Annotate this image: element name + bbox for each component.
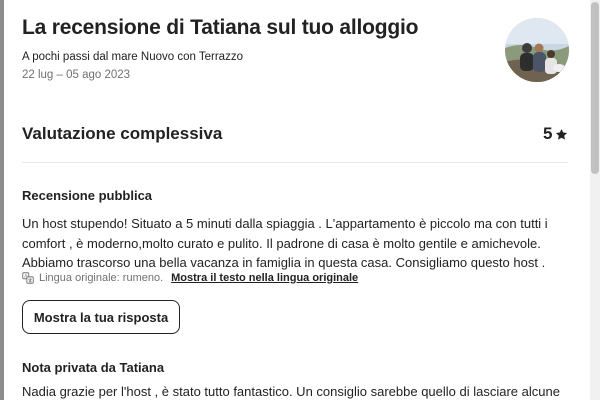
guest-avatar	[505, 18, 569, 82]
review-line: Un host stupendo! Situato a 5 minuti dal…	[22, 216, 548, 231]
public-review-text: Un host stupendo! Situato a 5 minuti dal…	[22, 214, 566, 273]
overall-rating-label: Valutazione complessiva	[22, 124, 223, 143]
translation-info: A Lingua originale: rumeno. Mostra il te…	[22, 272, 358, 284]
section-divider	[22, 162, 568, 163]
translate-icon: A	[22, 272, 34, 284]
public-review-heading: Recensione pubblica	[22, 188, 153, 203]
private-note-heading: Nota privata da Tatiana	[22, 360, 165, 375]
scrollbar-thumb[interactable]	[591, 2, 599, 174]
star-icon	[556, 128, 568, 140]
review-line: comfort , è moderno,molto curato e pulit…	[22, 235, 541, 251]
listing-name: A pochi passi dal mare Nuovo con Terrazz…	[22, 51, 243, 63]
stay-dates: 22 lug – 05 ago 2023	[22, 69, 131, 81]
show-response-button[interactable]: Mostra la tua risposta	[22, 300, 180, 334]
page-title: La recensione di Tatiana sul tuo alloggi…	[22, 16, 419, 39]
avatar-photo	[505, 18, 569, 82]
review-panel: La recensione di Tatiana sul tuo alloggi…	[4, 0, 590, 400]
review-line: Abbiamo trascorso una bella vacanza in f…	[22, 255, 546, 270]
overall-rating-score: 5	[543, 124, 568, 144]
show-original-link[interactable]: Mostra il testo nella lingua originale	[171, 272, 358, 284]
original-language: Lingua originale: rumeno.	[39, 272, 164, 284]
rating-value: 5	[543, 124, 553, 143]
scrollbar[interactable]	[590, 0, 600, 400]
private-note-text: Nadia grazie per l'host , è stato tutto …	[22, 384, 560, 399]
